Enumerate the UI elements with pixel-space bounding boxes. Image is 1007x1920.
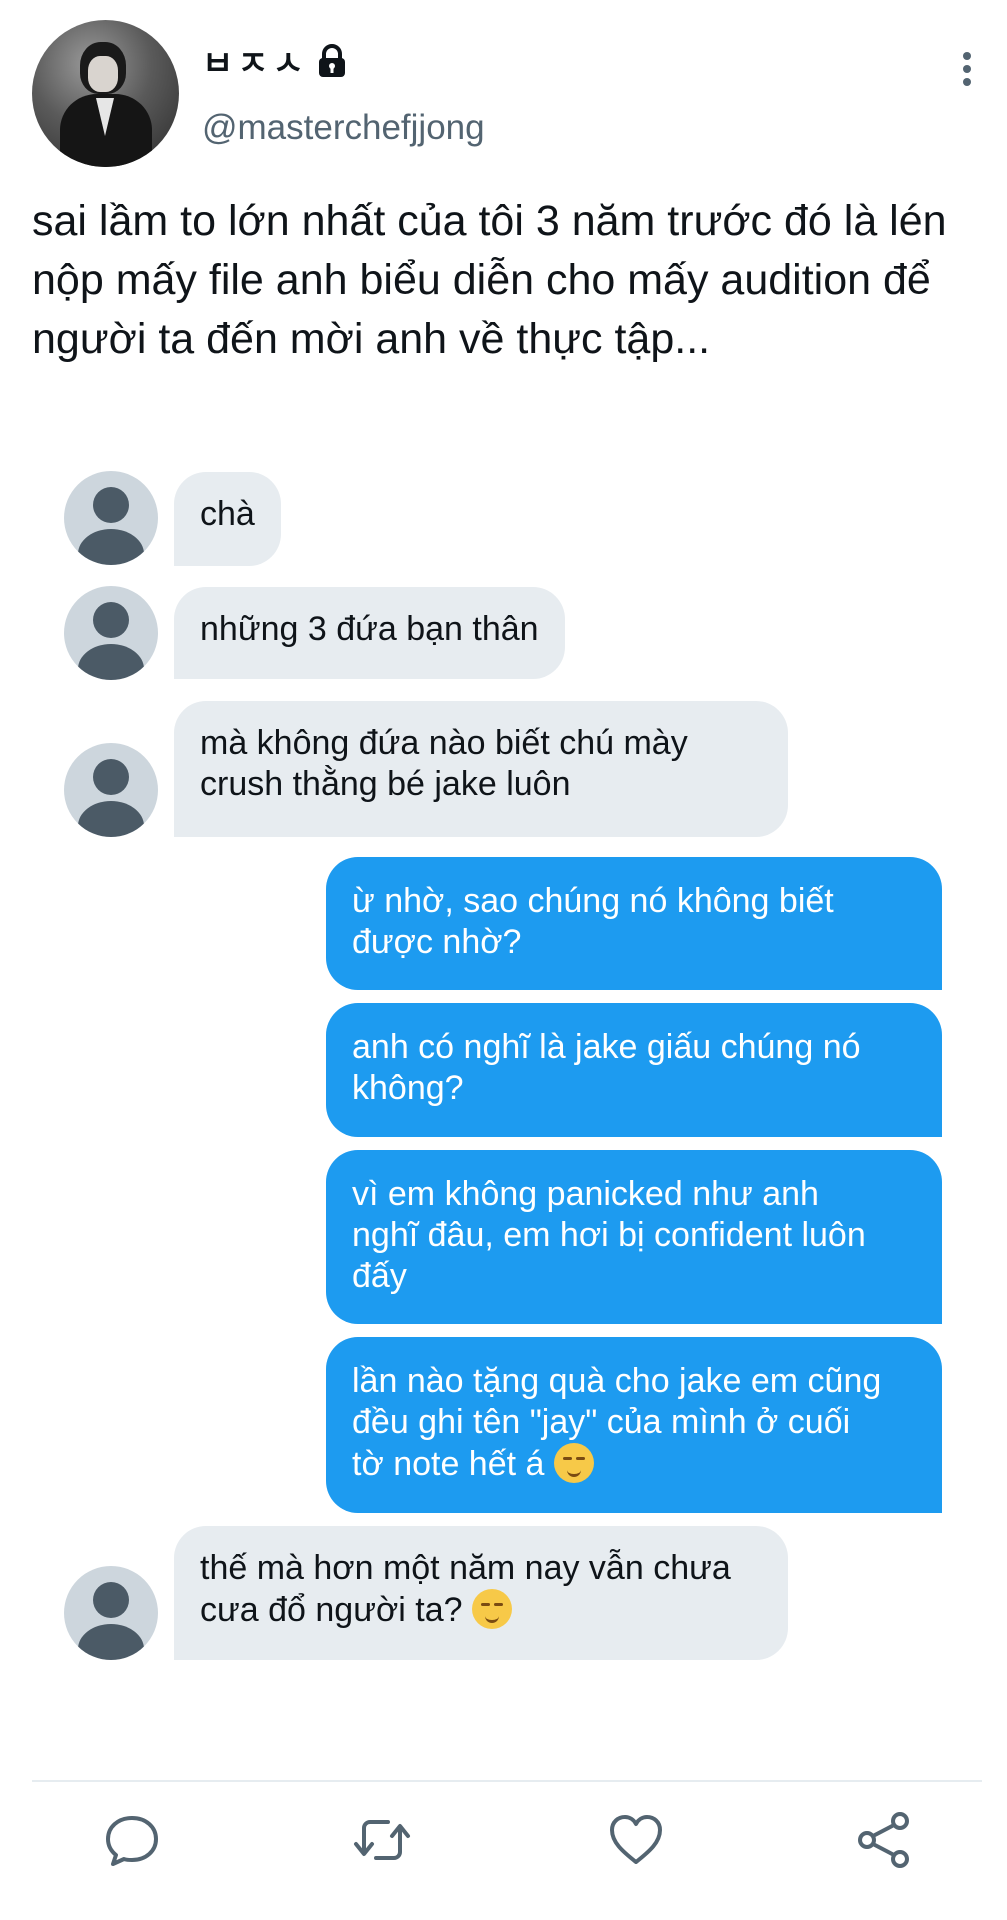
chat-bubble-line: cưa đổ người ta? [200,1589,762,1631]
chat-bubble-outgoing: anh có nghĩ là jake giấu chúng nó không? [326,1003,942,1137]
chat-bubble-line: vì em không panicked như anh [352,1175,819,1213]
chat-bubble-line: được nhờ? [352,923,522,961]
lock-icon [314,43,350,79]
display-name[interactable]: ㅂㅈㅅ [202,36,350,85]
share-icon[interactable] [852,1808,916,1872]
chat-bubble: chà [174,472,281,566]
chat-avatar [64,586,158,680]
chat-bubble-line: lần nào tặng quà cho jake em cũng [352,1362,882,1400]
more-vertical-icon[interactable] [952,48,982,96]
chat-bubble-line: nghĩ đâu, em hơi bị confident luôn [352,1216,866,1254]
divider [32,1780,982,1782]
tweet-header: ㅂㅈㅅ @masterchefjjong [32,20,982,170]
tweet-actions [0,1808,1007,1888]
chat-bubble-line: crush thằng bé jake luôn [200,765,571,803]
heart-icon[interactable] [604,1808,668,1872]
chat-bubble-outgoing: ừ nhờ, sao chúng nó không biết được nhờ? [326,857,942,990]
relieved-face-emoji [553,1443,594,1483]
chat-bubble-text: những 3 đứa bạn thân [200,610,539,648]
chat-bubble-text: chà [200,495,255,533]
chat-bubble: thế mà hơn một năm nay vẫn chưa cưa đổ n… [174,1526,788,1660]
reply-icon[interactable] [100,1808,164,1872]
tweet-text: sai lầm to lớn nhất của tôi 3 năm trước … [32,197,947,363]
chat-bubble-line: tờ note hết á [352,1443,916,1485]
chat-bubble-line-text: cưa đổ người ta? [200,1591,463,1629]
chat-bubble-outgoing: vì em không panicked như anh nghĩ đâu, e… [326,1150,942,1324]
chat-bubble-line: ừ nhờ, sao chúng nó không biết [352,882,834,920]
chat-avatar [64,743,158,837]
chat-avatar [64,471,158,565]
chat-bubble-line: đều ghi tên "jay" của mình ở cuối [352,1403,851,1441]
profile-avatar[interactable] [32,20,179,167]
chat-bubble-line: đấy [352,1257,407,1295]
chat-bubble-line: anh có nghĩ là jake giấu chúng nó [352,1028,861,1066]
chat-bubble: những 3 đứa bạn thân [174,587,565,679]
chat-bubble-outgoing: lần nào tặng quà cho jake em cũng đều gh… [326,1337,942,1513]
user-handle[interactable]: @masterchefjjong [202,108,485,148]
chat-bubble-line: mà không đứa nào biết chú mày [200,724,688,762]
chat-bubble: mà không đứa nào biết chú mày crush thằn… [174,701,788,837]
chat-avatar [64,1566,158,1660]
chat-bubble-line: không? [352,1069,464,1107]
retweet-icon[interactable] [350,1808,414,1872]
chat-bubble-line-text: tờ note hết á [352,1445,545,1483]
display-name-text: ㅂㅈㅅ [202,45,308,83]
raised-eyebrow-face-emoji [471,1589,512,1629]
chat-bubble-line: thế mà hơn một năm nay vẫn chưa [200,1549,731,1587]
